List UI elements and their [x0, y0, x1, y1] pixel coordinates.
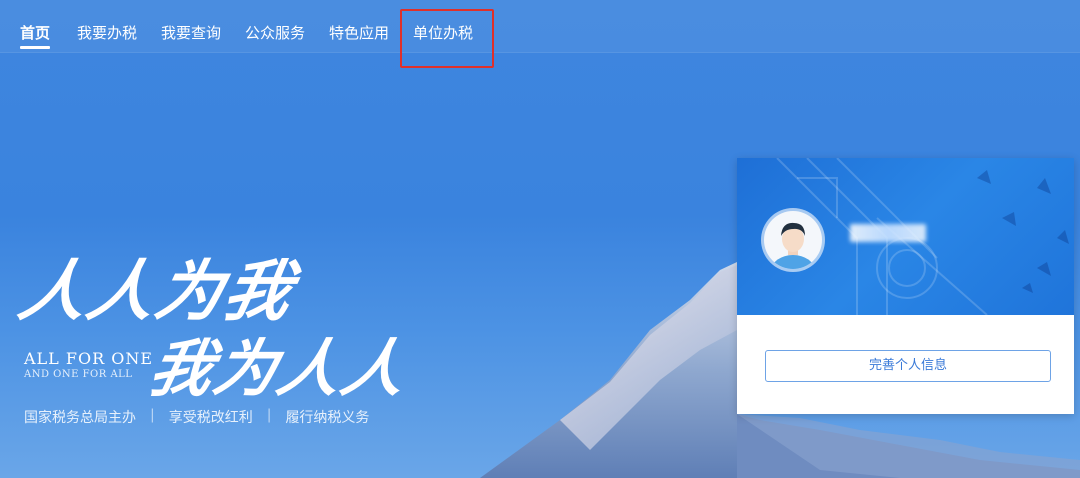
nav-item-public-service[interactable]: 公众服务 — [245, 22, 305, 44]
nav-active-indicator — [20, 46, 50, 49]
username-blurred — [850, 224, 926, 242]
nav-item-tax-handling[interactable]: 我要办税 — [77, 22, 137, 44]
slogan-line-2: 我为人人 — [143, 332, 415, 405]
tagline-part-2: 享受税改红利 — [168, 410, 253, 426]
banner-tagline: 国家税务总局主办 | 享受税改红利 | 履行纳税义务 — [24, 407, 369, 427]
tagline-divider: | — [266, 407, 272, 423]
english-slogan-line-2: AND ONE FOR ALL — [24, 369, 133, 380]
highlight-annotation-box — [400, 9, 494, 68]
english-slogan-line-1: ALL FOR ONE — [24, 349, 154, 368]
top-nav: 首页 我要办税 我要查询 公众服务 特色应用 单位办税 — [0, 0, 1080, 68]
nav-item-query[interactable]: 我要查询 — [161, 22, 221, 44]
nav-item-home[interactable]: 首页 — [20, 22, 50, 44]
complete-profile-button[interactable]: 完善个人信息 — [765, 350, 1051, 382]
tagline-part-1: 国家税务总局主办 — [24, 410, 136, 426]
user-card: 完善个人信息 — [737, 158, 1074, 414]
tagline-part-3: 履行纳税义务 — [285, 410, 370, 426]
avatar-person-icon — [771, 222, 815, 269]
nav-item-featured-apps[interactable]: 特色应用 — [329, 22, 389, 44]
user-card-header — [737, 158, 1074, 315]
tagline-divider: | — [150, 407, 155, 423]
user-avatar — [764, 211, 822, 269]
